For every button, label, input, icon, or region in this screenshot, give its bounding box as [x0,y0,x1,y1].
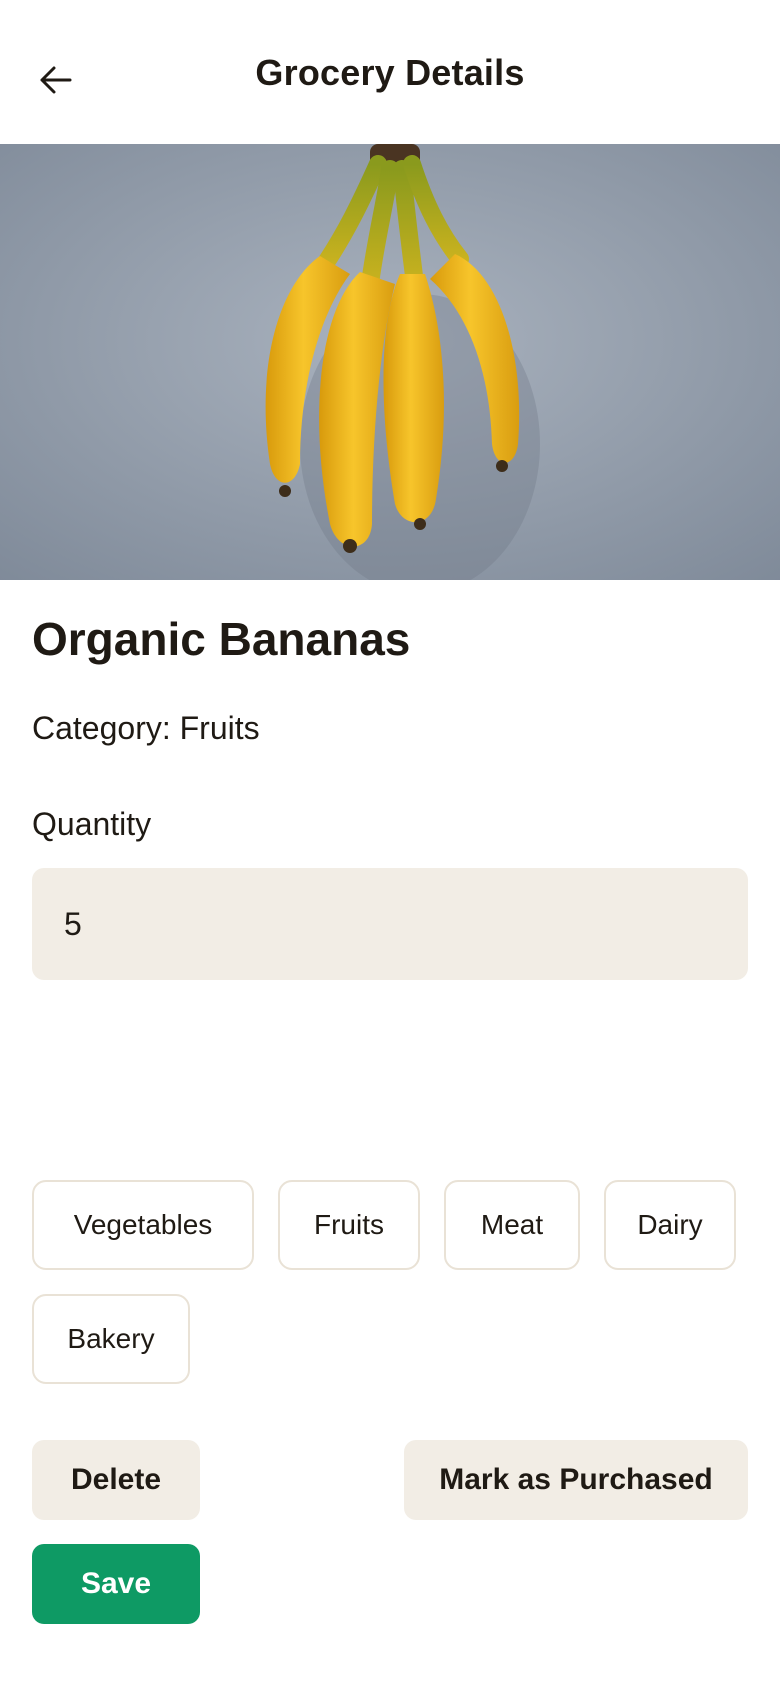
save-button[interactable]: Save [32,1544,200,1624]
category-chip-meat[interactable]: Meat [444,1180,580,1270]
app-header: Grocery Details [0,0,780,144]
item-name: Organic Bananas [32,613,411,665]
category-chip-fruits[interactable]: Fruits [278,1180,420,1270]
mark-purchased-button[interactable]: Mark as Purchased [404,1440,748,1520]
page-title: Grocery Details [255,52,525,93]
category-chip-bakery[interactable]: Bakery [32,1294,190,1384]
category-chip-vegetables[interactable]: Vegetables [32,1180,254,1270]
item-category: Category: Fruits [32,710,260,746]
quantity-label: Quantity [32,806,152,842]
quantity-input[interactable] [32,868,748,980]
product-image [0,144,780,580]
category-chip-dairy[interactable]: Dairy [604,1180,736,1270]
delete-button[interactable]: Delete [32,1440,200,1520]
